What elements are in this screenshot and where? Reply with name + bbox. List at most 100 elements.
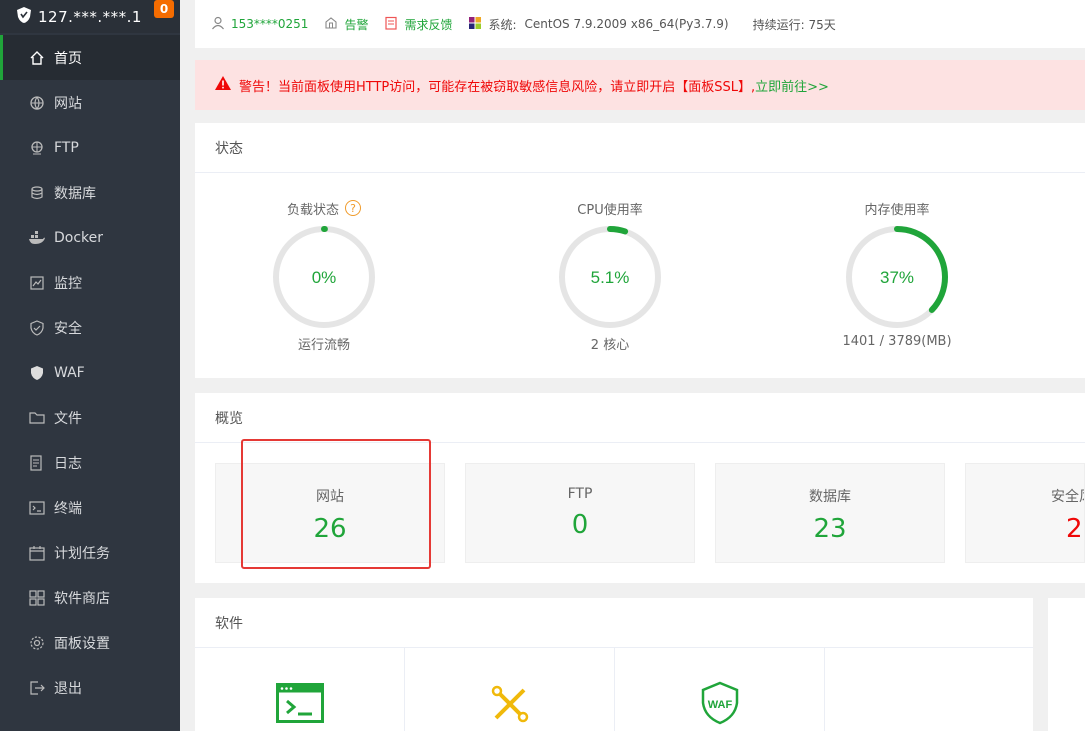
sidebar-item-logs[interactable]: 日志 — [0, 440, 180, 485]
overview-card-database[interactable]: 数据库 23 — [715, 463, 945, 563]
server-header: 127.***.***.1 0 — [0, 0, 180, 33]
sidebar-item-files[interactable]: 文件 — [0, 395, 180, 440]
sidebar-item-label: 终端 — [54, 500, 82, 517]
overview-card-ftp[interactable]: FTP 0 — [465, 463, 695, 563]
sidebar-item-website[interactable]: 网站 — [0, 80, 180, 125]
sidebar-item-database[interactable]: 数据库 — [0, 170, 180, 215]
user-phone[interactable]: 153****0251 — [231, 17, 308, 31]
alarm-icon — [324, 16, 344, 33]
waf-app-icon: WAF — [700, 681, 740, 729]
sidebar-item-label: 监控 — [54, 275, 82, 292]
card-value[interactable]: 0 — [466, 510, 694, 540]
terminal-icon — [28, 499, 46, 517]
load-label-row: 负载状态 ? — [269, 198, 379, 218]
card-value[interactable]: 25 — [966, 514, 1084, 544]
sidebar-item-monitor[interactable]: 监控 — [0, 260, 180, 305]
card-label: FTP — [567, 486, 593, 502]
highlight-box — [241, 439, 431, 569]
memory-sub: 1401 / 3789(MB) — [842, 334, 952, 349]
log-icon — [28, 454, 46, 472]
sidebar-item-ftp[interactable]: FTP — [0, 125, 180, 170]
sidebar-item-waf[interactable]: WAF — [0, 350, 180, 395]
user-account[interactable]: 153****0251 — [211, 16, 308, 33]
card-label: 安全风 — [1051, 489, 1084, 505]
software-panel: 软件 WAF — [195, 598, 1033, 731]
load-value: 0% — [312, 268, 337, 287]
waf-shield-icon — [28, 364, 46, 382]
uptime-text: 持续运行: 75天 — [752, 17, 836, 32]
feedback-label[interactable]: 需求反馈 — [404, 16, 452, 33]
sidebar-item-label: FTP — [54, 139, 79, 156]
system-value: CentOS 7.9.2009 x86_64(Py3.7.9) — [524, 17, 729, 31]
memory-value: 37% — [880, 268, 914, 287]
status-panel: 状态 负载状态 ? 0% 运行流畅 CPU使用率 5.1% 2 核心 内存使用率… — [195, 123, 1085, 378]
alert-text: 警告！当前面板使用HTTP访问，可能存在被窃取敏感信息风险，请立即开启【面板SS… — [239, 79, 756, 95]
sidebar-item-label: Docker — [54, 229, 104, 246]
cpu-sub: 2 核心 — [590, 338, 630, 353]
uptime: 持续运行: 75天 — [753, 16, 836, 33]
top-info-bar: 153****0251 告警 需求反馈 系统: CentOS 7.9.2009 … — [195, 0, 1085, 48]
shield-icon — [16, 6, 32, 28]
cpu-ring: 5.1% — [559, 226, 661, 328]
alarm-link[interactable]: 告警 — [324, 16, 368, 33]
ftp-icon — [28, 139, 46, 157]
sidebar-item-security[interactable]: 安全 — [0, 305, 180, 350]
folder-icon — [28, 409, 46, 427]
alarm-label[interactable]: 告警 — [344, 16, 368, 33]
docker-icon — [28, 229, 46, 247]
sidebar-item-label: 网站 — [54, 95, 82, 112]
sidebar-item-home[interactable]: 首页 — [0, 35, 180, 80]
shield-check-icon — [28, 319, 46, 337]
load-label: 负载状态 — [286, 202, 339, 218]
waf-app-label: WAF — [708, 699, 733, 711]
sidebar-item-logout[interactable]: 退出 — [0, 665, 180, 710]
card-value[interactable]: 23 — [716, 514, 944, 544]
sidebar-item-label: 首页 — [54, 50, 82, 67]
sidebar-item-label: 数据库 — [54, 185, 96, 202]
sidebar-item-label: 文件 — [54, 410, 82, 427]
software-item-terminal[interactable] — [195, 648, 405, 731]
notification-badge[interactable]: 0 — [154, 0, 174, 18]
side-panel-partial — [1048, 598, 1085, 731]
sidebar-item-terminal[interactable]: 终端 — [0, 485, 180, 530]
server-ip: 127.***.***.1 — [38, 7, 142, 26]
software-title: 软件 — [195, 598, 1033, 648]
help-icon[interactable]: ? — [345, 200, 361, 216]
cpu-gauge[interactable]: CPU使用率 5.1% 2 核心 — [555, 198, 665, 353]
sidebar-item-app-store[interactable]: 软件商店 — [0, 575, 180, 620]
cpu-label: CPU使用率 — [577, 202, 643, 218]
software-item-tools[interactable] — [405, 648, 615, 731]
globe-icon — [28, 94, 46, 112]
system-info: 系统: CentOS 7.9.2009 x86_64(Py3.7.9) — [468, 16, 729, 33]
home-icon — [28, 49, 46, 67]
status-title: 状态 — [195, 123, 1085, 173]
memory-gauge[interactable]: 内存使用率 37% 1401 / 3789(MB) — [842, 198, 952, 350]
sidebar-item-label: 安全 — [54, 320, 82, 337]
terminal-app-icon — [276, 683, 324, 727]
card-label: 数据库 — [809, 489, 851, 505]
tools-icon — [490, 684, 530, 728]
load-gauge[interactable]: 负载状态 ? 0% 运行流畅 — [269, 198, 379, 353]
sidebar-item-docker[interactable]: Docker — [0, 215, 180, 260]
feedback-link[interactable]: 需求反馈 — [384, 16, 452, 33]
memory-label: 内存使用率 — [864, 202, 930, 218]
software-item-waf[interactable]: WAF — [615, 648, 825, 731]
gear-icon — [28, 634, 46, 652]
load-sub: 运行流畅 — [297, 338, 350, 353]
user-icon — [211, 16, 231, 33]
alert-link[interactable]: 立即前往>> — [755, 76, 829, 95]
sidebar-item-cron[interactable]: 计划任务 — [0, 530, 180, 575]
cpu-value: 5.1% — [591, 268, 630, 287]
system-label: 系统: — [488, 17, 517, 32]
sidebar-item-label: WAF — [54, 364, 85, 381]
ssl-warning-alert: 警告！当前面板使用HTTP访问，可能存在被窃取敏感信息风险，请立即开启【面板SS… — [195, 60, 1085, 110]
sidebar-item-label: 计划任务 — [54, 545, 110, 562]
sidebar-item-label: 面板设置 — [54, 635, 110, 652]
sidebar-item-label: 退出 — [54, 680, 82, 697]
memory-ring: 37% — [846, 226, 948, 328]
system-logo-icon — [468, 16, 488, 33]
sidebar-item-label: 日志 — [54, 455, 82, 472]
overview-card-security-risk[interactable]: 安全风 25 — [965, 463, 1085, 563]
sidebar-item-settings[interactable]: 面板设置 — [0, 620, 180, 665]
database-icon — [28, 184, 46, 202]
